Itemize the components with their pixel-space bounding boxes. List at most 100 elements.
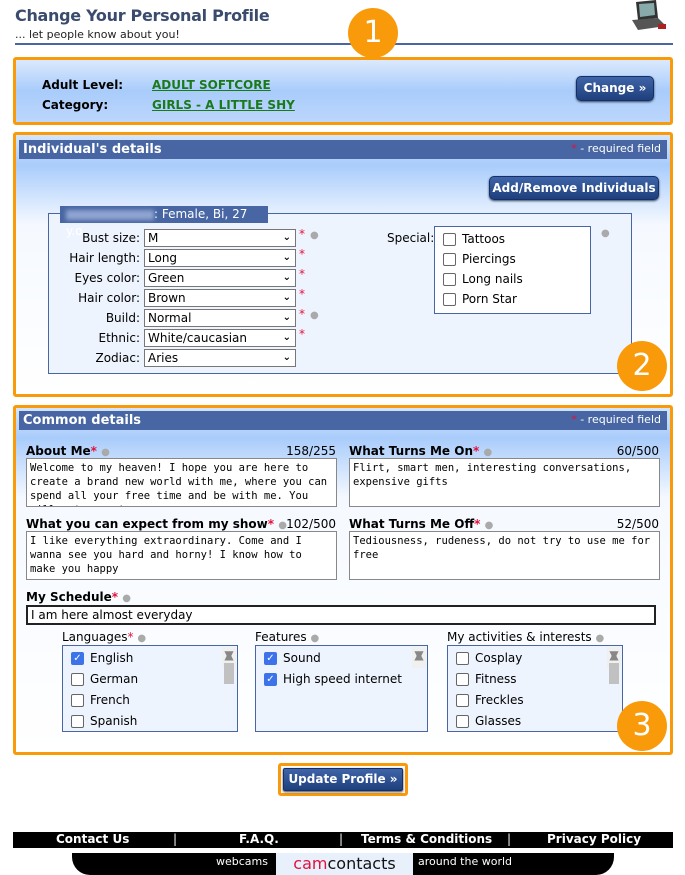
scrollbar[interactable]: ▲ ▼ [607, 647, 621, 684]
special-option[interactable]: Piercings [443, 252, 582, 272]
required-star: * [299, 227, 305, 241]
update-profile-button[interactable]: Update Profile » [283, 768, 403, 791]
brand-right: around the world [418, 855, 513, 868]
about_me-textarea[interactable]: Welcome to my heaven! I hope you are her… [26, 458, 337, 507]
checkbox [443, 293, 456, 306]
special-option[interactable]: Tattoos [443, 232, 582, 252]
help-icon: ● [310, 633, 320, 644]
checkbox [71, 673, 84, 686]
privacy-link[interactable]: Privacy Policy [547, 832, 641, 846]
turns_on-textarea[interactable]: Flirt, smart men, interesting conversati… [349, 458, 660, 507]
add-remove-individuals-button[interactable]: Add/Remove Individuals [489, 176, 659, 200]
chevron-down-icon: ⌄ [282, 272, 291, 283]
special-options: Tattoos Piercings Long nails Porn Star [434, 226, 591, 314]
schedule-label: My Schedule* ● [26, 590, 131, 604]
field-select[interactable]: Normal ⌄ [144, 309, 296, 327]
required-star: * [299, 327, 305, 341]
list-item[interactable]: Fitness [456, 671, 614, 692]
help-icon: ● [595, 633, 605, 644]
help-icon: ● [484, 520, 494, 531]
char-count: 102/500 [286, 517, 336, 531]
section-header: Common details * - required field [19, 411, 667, 430]
schedule-input[interactable]: I am here almost everyday [26, 605, 656, 625]
field-label: Hair color: [78, 291, 140, 305]
help-icon[interactable]: ● [310, 230, 319, 241]
required-star: * [299, 307, 305, 321]
adult-level-label: Adult Level: [42, 78, 124, 92]
special-label: Special: [387, 231, 435, 245]
field-select[interactable]: Green ⌄ [144, 269, 296, 287]
category-label: Category: [42, 98, 109, 112]
list-item[interactable]: French [71, 692, 229, 713]
list-item[interactable]: Freckles [456, 692, 614, 713]
divider [15, 43, 673, 45]
features-list: ✓ Sound ✓ High speed internet ▲ ▼ [255, 645, 428, 732]
scrollbar[interactable]: ▲ ▼ [412, 647, 426, 668]
about_me-label: About Me* ● [26, 444, 110, 458]
common-section: Common details * - required field About … [13, 405, 673, 755]
list-item[interactable]: ✓ English [71, 650, 229, 671]
languages-list: ✓ English German French Spanish ▲ ▼ [62, 645, 238, 732]
help-icon: ● [483, 447, 493, 458]
step-badge-1: 1 [348, 8, 398, 58]
special-option[interactable]: Porn Star [443, 292, 582, 312]
features-label: Features ● [255, 630, 320, 644]
char-count: 52/500 [616, 517, 659, 531]
field-label: Bust size: [82, 231, 140, 245]
terms-link[interactable]: Terms & Conditions [361, 832, 492, 846]
checkbox [443, 233, 456, 246]
field-select[interactable]: Long ⌄ [144, 249, 296, 267]
char-count: 60/500 [616, 444, 659, 458]
checkbox [71, 715, 84, 728]
individual-section: Individual's details * - required field … [13, 132, 673, 397]
special-option[interactable]: Long nails [443, 272, 582, 292]
field-label: Hair length: [69, 251, 140, 265]
list-item[interactable]: Cosplay [456, 650, 614, 671]
adult-level-link[interactable]: ADULT SOFTCORE [152, 78, 271, 92]
brand-left: webcams [216, 855, 268, 868]
checkbox: ✓ [264, 673, 277, 686]
page-subtitle: ... let people know about you! [15, 28, 180, 41]
required-star: * [299, 267, 305, 281]
list-item[interactable]: Spanish [71, 713, 229, 731]
required-star: * [299, 247, 305, 261]
checkbox [456, 694, 469, 707]
help-icon[interactable]: ● [310, 310, 319, 321]
checkbox [456, 673, 469, 686]
checkbox [443, 273, 456, 286]
activities-label: My activities & interests ● [447, 630, 605, 644]
field-select[interactable]: Brown ⌄ [144, 289, 296, 307]
category-link[interactable]: GIRLS - A LITTLE SHY [152, 98, 295, 112]
blurred-name [66, 209, 154, 220]
list-item[interactable]: Glasses [456, 713, 614, 731]
field-select[interactable]: Aries ⌄ [144, 349, 296, 367]
scrollbar[interactable]: ▲ ▼ [222, 647, 236, 684]
checkbox [456, 652, 469, 665]
level-section: Adult Level: ADULT SOFTCORE Category: GI… [13, 57, 673, 125]
section-title: Common details [23, 413, 142, 428]
field-select[interactable]: White/caucasian ⌄ [144, 329, 296, 347]
list-item[interactable]: ✓ Sound [264, 650, 419, 671]
contact-us-link[interactable]: Contact Us [56, 832, 129, 846]
expect-textarea[interactable]: I like everything extraordinary. Come an… [26, 531, 337, 580]
change-button[interactable]: Change » [576, 76, 654, 101]
field-label: Zodiac: [95, 351, 140, 365]
field-label: Eyes color: [74, 271, 140, 285]
list-item[interactable]: German [71, 671, 229, 692]
chevron-down-icon: ⌄ [282, 332, 291, 343]
turns_on-label: What Turns Me On* ● [349, 444, 493, 458]
step-badge-2: 2 [617, 341, 667, 391]
laptop-icon [628, 0, 668, 36]
step-badge-3: 3 [617, 701, 667, 751]
help-icon[interactable]: ● [601, 228, 610, 239]
chevron-down-icon: ⌄ [282, 292, 291, 303]
list-item[interactable]: ✓ High speed internet [264, 671, 419, 692]
field-select[interactable]: M ⌄ [144, 229, 296, 247]
help-icon: ● [137, 633, 147, 644]
checkbox [456, 715, 469, 728]
faq-link[interactable]: F.A.Q. [239, 832, 279, 846]
turns_off-textarea[interactable]: Tediousness, rudeness, do not try to use… [349, 531, 660, 580]
checkbox: ✓ [264, 652, 277, 665]
field-label: Build: [105, 311, 140, 325]
required-star: * [299, 287, 305, 301]
